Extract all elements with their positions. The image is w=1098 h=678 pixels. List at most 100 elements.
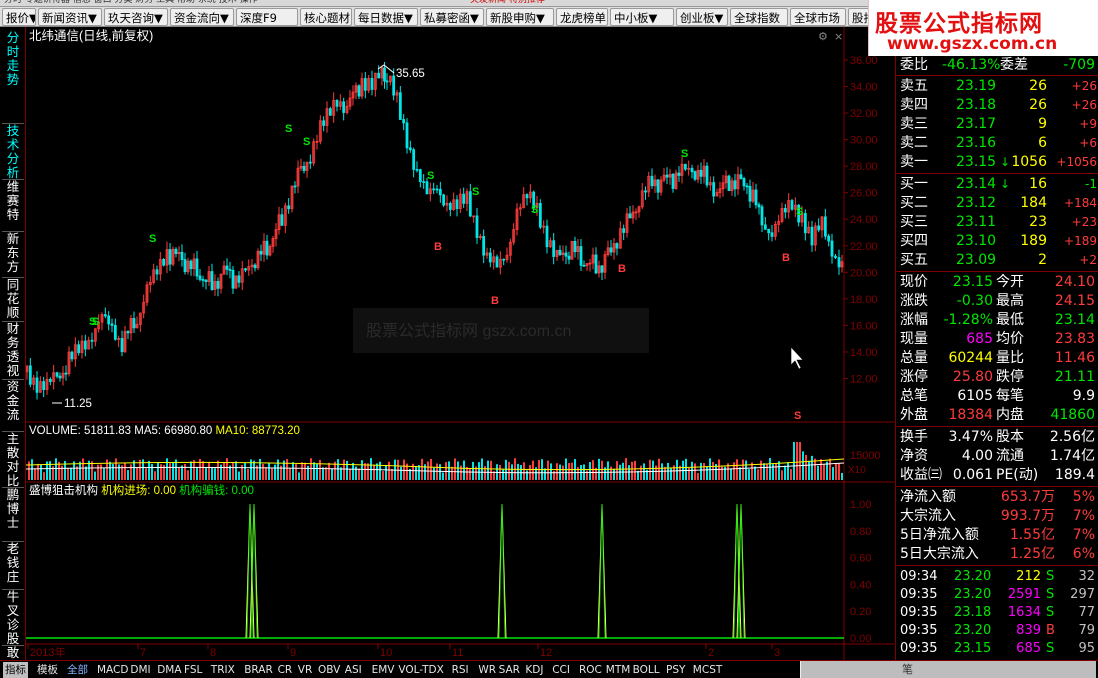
- indicator-tab-19[interactable]: CCI: [552, 662, 570, 678]
- down-arrow-icon: ↓: [1000, 155, 1011, 169]
- left-tab-6[interactable]: 资金流: [2, 379, 24, 422]
- ask-price[interactable]: 23.19: [956, 77, 996, 96]
- volume-bar: [781, 470, 783, 480]
- indicator-tab-22[interactable]: BOLL: [633, 662, 660, 678]
- left-tab-9[interactable]: 老钱庄: [2, 541, 24, 584]
- toolbar-button-4[interactable]: 深度F9: [236, 8, 298, 26]
- volume-bar: [778, 461, 780, 480]
- indicator-tab-10[interactable]: VR: [298, 662, 312, 678]
- stat-value: 685: [966, 331, 993, 347]
- menu-items-text[interactable]: 分时 专题讲待器 信息 窗口 分类 财务 工具 帮助 系统 技术 操作: [4, 0, 258, 6]
- indicator-tab-12[interactable]: ASI: [345, 662, 362, 678]
- ask-change: +1056: [1056, 155, 1097, 169]
- candle-body: [757, 204, 761, 208]
- x-tick-label: 10: [380, 647, 392, 659]
- separator: [896, 426, 1098, 427]
- indicator-tab-16[interactable]: WR: [478, 662, 496, 678]
- indicator-tab-17[interactable]: SAR: [499, 662, 520, 678]
- indicator-tab-13[interactable]: EMV: [372, 662, 395, 678]
- left-tab-7[interactable]: 主散对比: [2, 431, 24, 488]
- ask-volume: 26: [1029, 78, 1047, 94]
- stat-value: 23.15: [952, 274, 993, 290]
- close-icon[interactable]: ×: [834, 30, 843, 43]
- left-tab-0[interactable]: 分时走势: [2, 31, 24, 87]
- indicator-tab-3[interactable]: MACD: [97, 662, 128, 678]
- toolbar-button-0[interactable]: 报价▼: [2, 8, 36, 26]
- indicator-tab-23[interactable]: PSY: [666, 662, 685, 678]
- left-tab-5[interactable]: 财务透视: [2, 321, 24, 378]
- bid-price[interactable]: 23.09: [956, 251, 996, 270]
- volume-bar: [523, 462, 525, 480]
- indicator-tab-9[interactable]: CR: [278, 662, 293, 678]
- bid-price[interactable]: 23.14: [956, 175, 996, 194]
- toolbar-button-3[interactable]: 资金流向▼: [170, 8, 234, 26]
- left-tab-8[interactable]: 鹏博士: [2, 487, 24, 530]
- indicator-tab-2[interactable]: 全部: [67, 662, 88, 678]
- ask-price[interactable]: 23.18: [956, 96, 996, 115]
- toolbar-button-8[interactable]: 新股申购▼: [486, 8, 554, 26]
- indicator-tab-8[interactable]: BRAR: [244, 662, 273, 678]
- indicator-tab-14[interactable]: VOL-TDX: [398, 662, 443, 678]
- toolbar-button-12[interactable]: 全球指数: [730, 8, 788, 26]
- indicator-tab-24[interactable]: MCST: [693, 662, 722, 678]
- volume-bar: [364, 463, 366, 480]
- toolbar-button-5[interactable]: 核心题材: [300, 8, 352, 26]
- volume-bar: [109, 461, 111, 480]
- fund-label: 股本: [996, 429, 1024, 445]
- volume-bar: [532, 460, 534, 480]
- ask-price[interactable]: 23.17: [956, 115, 996, 134]
- indicator-tab-1[interactable]: 模板: [37, 662, 58, 678]
- toolbar-button-7[interactable]: 私募密函▼: [420, 8, 484, 26]
- toolbar-button-9[interactable]: 龙虎榜单: [556, 8, 608, 26]
- toolbar-button-13[interactable]: 全球市场: [790, 8, 846, 26]
- volume-bar: [829, 458, 831, 480]
- scroll-text: 笔: [902, 663, 913, 676]
- indicator-tab-21[interactable]: MTM: [606, 662, 631, 678]
- flow-value: 653.7万: [1000, 489, 1055, 505]
- scroll-area[interactable]: [800, 661, 1096, 678]
- left-tab-10[interactable]: 牛叉诊股: [2, 589, 24, 646]
- stat-value: 41860: [1050, 407, 1095, 423]
- left-tab-4[interactable]: 同花顺: [2, 277, 24, 320]
- volume-bar: [421, 458, 423, 480]
- volume-bar: [190, 461, 192, 480]
- ask-price[interactable]: 23.16: [956, 134, 996, 153]
- toolbar-button-10[interactable]: 中小板▼: [610, 8, 674, 26]
- bid-price[interactable]: 23.10: [956, 232, 996, 251]
- toolbar-button-6[interactable]: 每日数据▼: [354, 8, 418, 26]
- volume-bar: [166, 458, 168, 480]
- candle-body: [783, 207, 787, 213]
- bid-price[interactable]: 23.11: [956, 213, 996, 232]
- indicator-tab-5[interactable]: DMA: [157, 662, 181, 678]
- toolbar-button-2[interactable]: 玖天咨询▼: [104, 8, 168, 26]
- candle-body: [432, 188, 436, 191]
- kline-chart-svg[interactable]: 北纬通信(日线,前复权) ⚙ ×36.0034.0032.0030.0028.002…: [25, 27, 894, 660]
- indicator-tab-7[interactable]: TRIX: [211, 662, 235, 678]
- indicator-tab-6[interactable]: FSL: [184, 662, 202, 678]
- sell-signal-s: S: [92, 316, 99, 328]
- indicator-tab-20[interactable]: ROC: [579, 662, 602, 678]
- indicator-tab-18[interactable]: KDJ: [525, 662, 543, 678]
- settings-icon[interactable]: ⚙: [818, 30, 828, 43]
- toolbar-button-1[interactable]: 新闻资讯▼: [38, 8, 102, 26]
- ask-price[interactable]: 23.15: [956, 153, 996, 172]
- toolbar-button-11[interactable]: 创业板▼: [676, 8, 728, 26]
- chart-area[interactable]: 北纬通信(日线,前复权) ⚙ × 36.00 34.00 32.00 30.00 28.00 2…: [25, 27, 894, 660]
- stat-value: 9.9: [1072, 388, 1095, 404]
- left-tab-3[interactable]: 新东方: [2, 231, 24, 274]
- candle-body: [644, 190, 647, 193]
- indicator-tab-15[interactable]: RSI: [452, 662, 469, 678]
- menu-red-text[interactable]: 突发新闻 特别推荐: [470, 0, 545, 6]
- candle-body: [438, 188, 442, 196]
- indicator-tab-11[interactable]: OBV: [318, 662, 340, 678]
- bid-price[interactable]: 23.12: [956, 194, 996, 213]
- volume-bar: [67, 467, 69, 480]
- volume-bar: [832, 467, 834, 480]
- indicator-tab-4[interactable]: DMI: [130, 662, 150, 678]
- indicator-tab-0[interactable]: 指标: [3, 662, 28, 678]
- tick-time: 09:35: [900, 623, 938, 638]
- left-tab-1[interactable]: 技术分析: [2, 123, 24, 180]
- volume-bar: [685, 458, 687, 480]
- left-tab-2[interactable]: 维赛特: [2, 179, 24, 222]
- stat-label: 最高: [996, 293, 1024, 309]
